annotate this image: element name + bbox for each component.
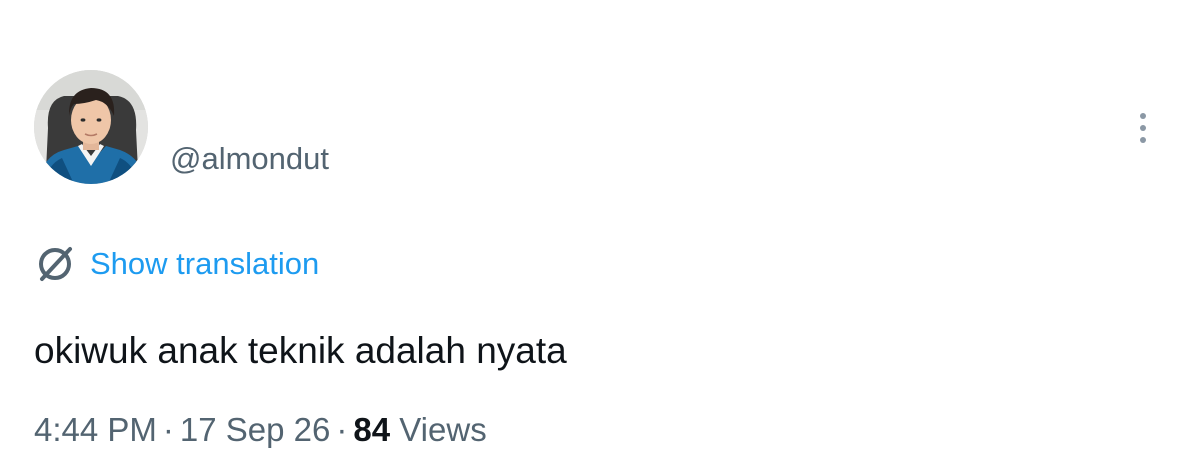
meta-separator: · <box>162 411 174 448</box>
show-translation-link[interactable]: Show translation <box>90 245 319 283</box>
author-handle[interactable]: @almondut <box>170 140 329 178</box>
avatar[interactable] <box>34 70 148 184</box>
globe-slash-icon <box>34 243 76 285</box>
translation-row: Show translation <box>34 242 319 286</box>
profile-photo <box>34 70 148 184</box>
views-label[interactable]: Views <box>399 411 486 448</box>
tweet-meta: 4:44 PM · 17 Sep 26 · 84 Views <box>34 410 487 450</box>
tweet-date[interactable]: 17 Sep 26 <box>180 411 330 448</box>
meta-separator: · <box>336 411 348 448</box>
tweet-text: okiwuk anak teknik adalah nyata <box>34 330 567 371</box>
views-count[interactable]: 84 <box>353 411 390 448</box>
tweet-card: @almondut Show translation okiwuk anak t… <box>0 0 1200 462</box>
tweet-time[interactable]: 4:44 PM <box>34 411 157 448</box>
more-options-button[interactable] <box>1126 106 1160 150</box>
